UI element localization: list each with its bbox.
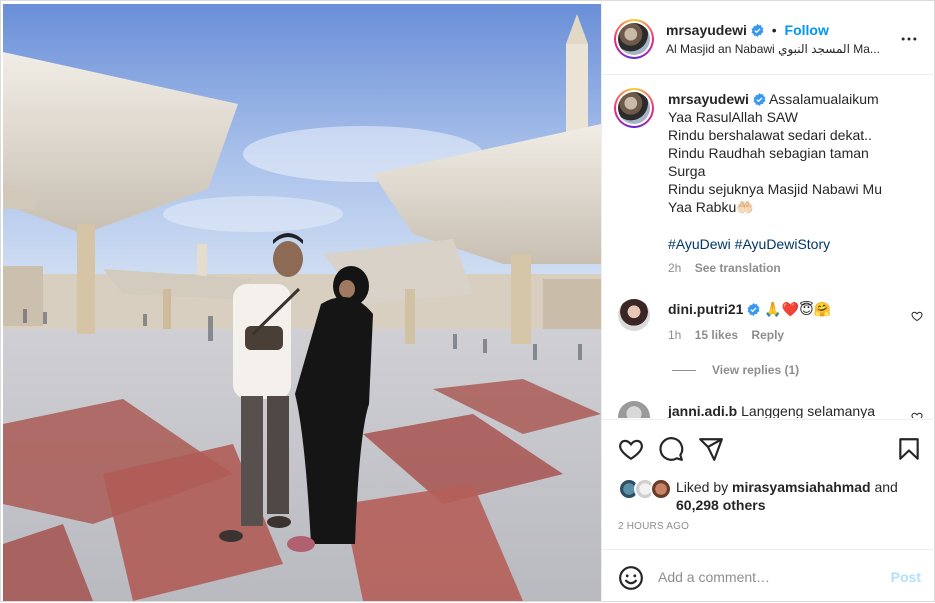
- comment-like-heart-icon[interactable]: [911, 411, 923, 418]
- comment-item: janni.adi.b Langgeng selamanya: [668, 403, 875, 418]
- caption-line: Surga: [668, 163, 706, 179]
- follow-button[interactable]: Follow: [785, 22, 829, 38]
- caption-line: Yaa Rabku🤲🏻: [668, 199, 754, 215]
- reply-button[interactable]: Reply: [751, 328, 784, 342]
- caption-line: Yaa RasulAllah SAW: [668, 109, 798, 125]
- header-separator: •: [771, 22, 777, 38]
- caption-line: Rindu Raudhah sebagian taman: [668, 145, 869, 161]
- likes-user-link[interactable]: mirasyamsiahahmad: [732, 479, 871, 495]
- comment-like-heart-icon[interactable]: [911, 310, 923, 322]
- post-photo-image: [3, 4, 601, 601]
- caption-time: 2h: [668, 261, 682, 275]
- share-icon[interactable]: [698, 436, 724, 462]
- caption-line: Rindu bershalawat sedari dekat..: [668, 127, 872, 143]
- liker-avatar[interactable]: [650, 478, 672, 500]
- verified-badge-icon: [747, 303, 760, 316]
- caption-line: Assalamualaikum: [768, 91, 879, 107]
- commenter-avatar[interactable]: [618, 401, 650, 418]
- comment-input[interactable]: [658, 565, 878, 589]
- post-side-panel: mrsayudewi • Follow Al Masjid an Nabawi …: [601, 1, 935, 603]
- likes-and: and: [874, 479, 898, 495]
- see-translation-link[interactable]: See translation: [695, 261, 781, 275]
- comment-icon[interactable]: [658, 436, 684, 462]
- commenter-avatar[interactable]: [618, 299, 650, 331]
- caption-meta: 2h See translation: [668, 261, 781, 275]
- post-photo[interactable]: [3, 4, 601, 601]
- more-horizontal-icon[interactable]: [899, 29, 919, 49]
- heart-icon[interactable]: [618, 436, 644, 462]
- replies-divider: [672, 370, 696, 372]
- verified-badge-icon: [753, 93, 766, 106]
- comment-meta: 1h 15 likes Reply: [668, 328, 784, 342]
- post-actions: Liked by mirasyamsiahahmad and 60,298 ot…: [602, 419, 935, 549]
- caption-text: mrsayudewi Assalamualaikum Yaa RasulAlla…: [668, 90, 898, 216]
- caption-hashtags[interactable]: #AyuDewi #AyuDewiStory: [668, 236, 830, 252]
- header-title-row: mrsayudewi • Follow: [666, 22, 829, 38]
- author-username[interactable]: mrsayudewi: [666, 22, 747, 38]
- instagram-post-modal: mrsayudewi • Follow Al Masjid an Nabawi …: [0, 0, 935, 603]
- likes-summary: Liked by mirasyamsiahahmad and 60,298 ot…: [676, 478, 898, 514]
- bookmark-icon[interactable]: [896, 436, 922, 462]
- caption-username[interactable]: mrsayudewi: [668, 91, 749, 107]
- view-replies-button[interactable]: View replies (1): [672, 363, 799, 377]
- likes-others-link[interactable]: 60,298 others: [676, 497, 766, 513]
- view-replies-label: View replies (1): [712, 363, 800, 377]
- comments-scroll-area[interactable]: mrsayudewi Assalamualaikum Yaa RasulAlla…: [602, 76, 935, 418]
- caption-author-avatar[interactable]: [614, 88, 654, 128]
- comment-time: 1h: [668, 328, 682, 342]
- add-comment-bar: Post: [602, 549, 935, 603]
- emoji-icon[interactable]: [618, 565, 644, 591]
- post-comment-button[interactable]: Post: [891, 569, 921, 585]
- comment-text: 🙏❤️😇🤗: [764, 301, 832, 317]
- comment-text: Langgeng selamanya: [741, 403, 876, 418]
- verified-badge-icon: [751, 24, 764, 37]
- comment-item: dini.putri21 🙏❤️😇🤗: [668, 301, 831, 318]
- post-timestamp[interactable]: 2 HOURS AGO: [618, 521, 689, 532]
- likes-prefix: Liked by: [676, 479, 729, 495]
- post-header: mrsayudewi • Follow Al Masjid an Nabawi …: [602, 1, 935, 75]
- author-avatar[interactable]: [614, 19, 654, 59]
- post-location[interactable]: Al Masjid an Nabawi المسجد النبوي Ma...: [666, 42, 888, 56]
- caption-line: Rindu sejuknya Masjid Nabawi Mu: [668, 181, 882, 197]
- comment-username[interactable]: dini.putri21: [668, 301, 743, 317]
- comment-likes-count[interactable]: 15 likes: [695, 328, 738, 342]
- comment-username[interactable]: janni.adi.b: [668, 403, 737, 418]
